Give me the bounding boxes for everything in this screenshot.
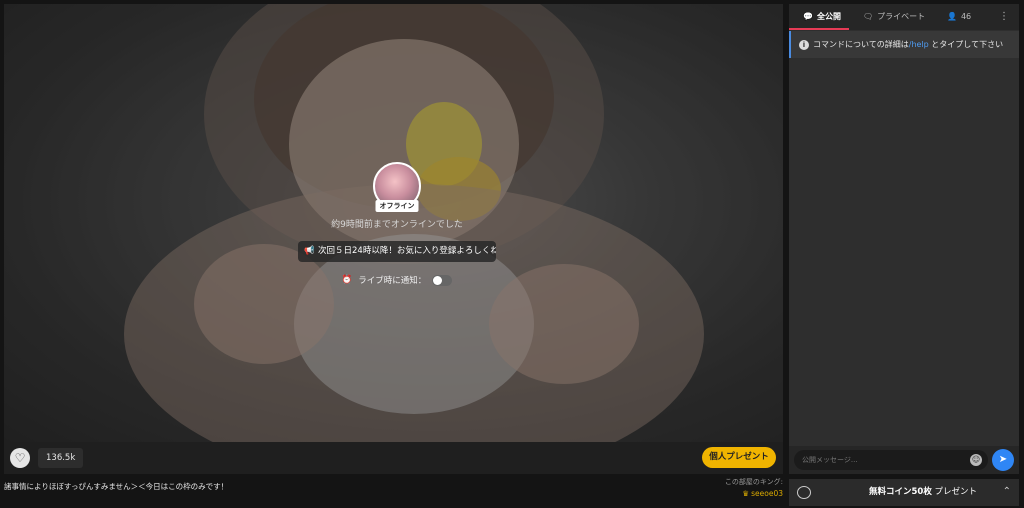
- free-coin-amount: 無料コイン50枚: [869, 487, 932, 497]
- private-chat-icon: 🗨: [863, 12, 874, 21]
- tab-users[interactable]: 👤 46: [947, 4, 971, 30]
- tab-users-count: 46: [960, 12, 972, 21]
- heart-icon: ♡: [14, 451, 26, 465]
- private-gift-button[interactable]: 個人プレゼント: [702, 447, 776, 468]
- like-count: 136.5k: [38, 448, 84, 468]
- page-root: オフライン 約9時間前までオンラインでした 📢 次回５日24時以降！お気に入り登録…: [0, 0, 1024, 508]
- emoji-icon[interactable]: ☺: [970, 454, 982, 466]
- room-king-label: この部屋のキング:: [724, 478, 783, 486]
- system-message-pre: コマンドについての詳細は: [813, 40, 909, 49]
- chat-input-row: ☺ ➤: [789, 446, 1019, 474]
- announcement-banner: 📢 次回５日24時以降！お気に入り登録よろしくね: [298, 241, 496, 262]
- alarm-icon: ⏰: [341, 275, 353, 285]
- free-coin-text: 無料コイン50枚 プレゼント: [869, 479, 977, 506]
- like-button[interactable]: ♡: [10, 448, 30, 468]
- chat-tabs: 💬 全公開 🗨 プライベート 👤 46 ⋮: [789, 4, 1019, 30]
- tab-private-label: プライベート: [877, 12, 926, 21]
- megaphone-icon: 📢: [304, 246, 315, 256]
- free-coin-suffix: プレゼント: [931, 487, 978, 497]
- send-icon: ➤: [998, 454, 1008, 465]
- live-notify-label: ライブ時に通知：: [358, 276, 427, 286]
- room-king-user[interactable]: ♛ seeoe03: [742, 489, 783, 498]
- free-coin-bar[interactable]: 無料コイン50枚 プレゼント ⌃: [789, 479, 1019, 506]
- tab-public-label: 全公開: [816, 12, 841, 21]
- stream-video[interactable]: オフライン 約9時間前までオンラインでした 📢 次回５日24時以降！お気に入り登録…: [4, 4, 783, 442]
- chat-bubble-icon: 💬: [803, 12, 813, 21]
- chat-input[interactable]: [794, 450, 988, 470]
- chat-panel: 💬 全公開 🗨 プライベート 👤 46 ⋮ i コマンドについての詳細は/help…: [789, 4, 1019, 474]
- system-message-post: とタイプして下さい: [928, 40, 1004, 49]
- tab-public[interactable]: 💬 全公開: [803, 4, 841, 30]
- room-caption: 諸事情によりほぼすっぴんすみません＞＜今日はこの枠のみです！: [4, 482, 229, 491]
- room-king-name: seeoe03: [751, 489, 783, 498]
- last-online-text: 約9時間前までオンラインでした: [331, 220, 463, 230]
- help-command: /help: [908, 40, 929, 49]
- crown-icon: ♛: [742, 489, 750, 498]
- offline-panel: オフライン 約9時間前までオンラインでした 📢 次回５日24時以降！お気に入り登録…: [294, 162, 500, 286]
- live-notify-row: ⏰ ライブ時に通知：: [294, 274, 500, 286]
- info-icon: i: [799, 39, 809, 50]
- tab-private[interactable]: 🗨 プライベート: [863, 4, 925, 30]
- performer-avatar-wrap[interactable]: オフライン: [373, 162, 421, 212]
- active-tab-indicator: [789, 28, 849, 30]
- coin-icon: [797, 486, 811, 499]
- player-bar: ♡ 136.5k 個人プレゼント: [4, 442, 783, 474]
- announcement-text: 次回５日24時以降！お気に入り登録よろしくね: [318, 246, 496, 256]
- chevron-up-icon[interactable]: ⌃: [1003, 486, 1011, 497]
- live-notify-toggle[interactable]: [432, 274, 453, 286]
- send-button[interactable]: ➤: [992, 449, 1014, 471]
- more-options-icon[interactable]: ⋮: [999, 11, 1009, 23]
- system-message: i コマンドについての詳細は/help とタイプして下さい: [789, 31, 1019, 58]
- user-icon: 👤: [947, 12, 957, 21]
- offline-badge: オフライン: [375, 200, 419, 212]
